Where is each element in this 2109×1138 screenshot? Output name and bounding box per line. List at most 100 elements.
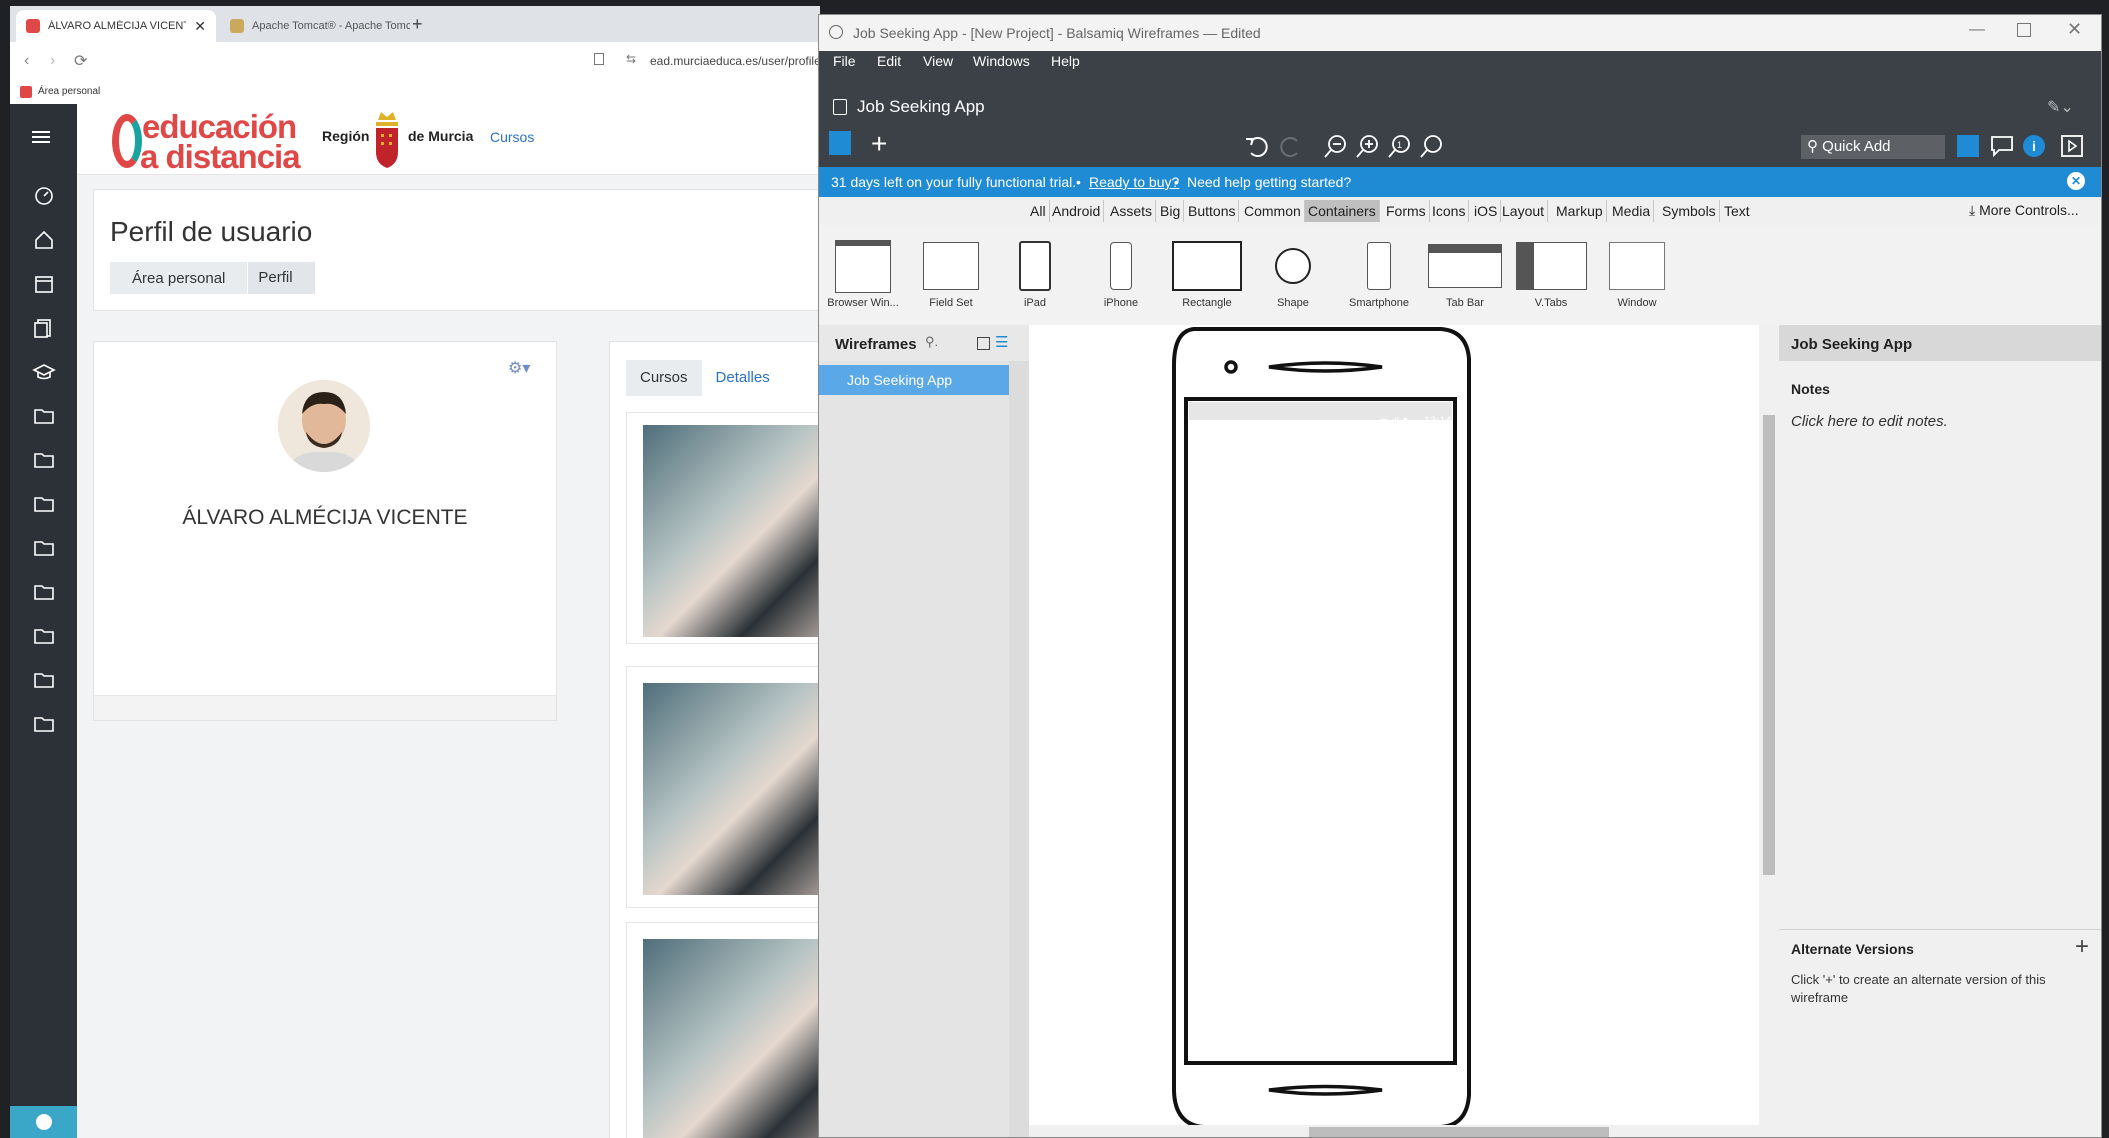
navigator-scrollbar[interactable] — [1009, 361, 1029, 1137]
lib-vertical-tabs[interactable]: V.Tabs — [1507, 235, 1595, 309]
folder-icon[interactable] — [32, 492, 56, 516]
dashboard-icon[interactable] — [32, 184, 56, 208]
accessibility-button[interactable] — [10, 1106, 77, 1138]
smartphone-wireframe[interactable] — [1029, 325, 1759, 1138]
category-assets[interactable]: Assets — [1107, 200, 1157, 222]
close-window-icon[interactable]: ✕ — [2067, 19, 2082, 40]
educacion-distancia-logo[interactable]: educación a distancia — [112, 108, 322, 175]
lib-window[interactable]: Window — [1593, 235, 1681, 309]
menu-edit[interactable]: Edit — [877, 53, 901, 69]
nav-link-cursos[interactable]: Cursos — [490, 129, 534, 145]
tab-cursos[interactable]: Cursos — [626, 360, 702, 396]
url-field[interactable]: ead.murciaeduca.es/user/profile. — [650, 54, 820, 68]
zoom-in-icon[interactable] — [1353, 131, 1383, 161]
breadcrumb-perfil[interactable]: Perfil — [247, 262, 315, 294]
lib-browser-window[interactable]: Browser Win... — [819, 235, 907, 309]
folder-icon[interactable] — [32, 712, 56, 736]
notes-field[interactable]: Click here to edit notes. — [1791, 413, 1948, 430]
folder-icon[interactable] — [32, 668, 56, 692]
canvas-vertical-scrollbar[interactable] — [1759, 325, 1779, 1137]
category-containers[interactable]: Containers — [1305, 200, 1380, 222]
close-banner-icon[interactable]: ✕ — [2067, 172, 2085, 190]
home-icon[interactable] — [32, 228, 56, 252]
quick-add-input[interactable]: ⚲ Quick Add — [1801, 135, 1945, 159]
folder-icon[interactable] — [32, 580, 56, 604]
lib-iphone[interactable]: iPhone — [1077, 235, 1165, 309]
bookmark-icon[interactable] — [594, 53, 604, 65]
browser-tab-profile[interactable]: ÁLVARO ALMÉCIJA VICENTE: Pe ✕ — [16, 10, 216, 42]
category-symbols[interactable]: Symbols — [1659, 200, 1720, 222]
canvas-horizontal-scrollbar[interactable] — [1029, 1125, 1759, 1137]
category-text[interactable]: Text — [1721, 200, 1753, 222]
maximize-icon[interactable] — [2017, 23, 2031, 37]
course-card[interactable] — [626, 666, 820, 908]
graduation-cap-icon[interactable] — [32, 360, 56, 384]
help-getting-started-link[interactable]: Need help getting started? — [1187, 174, 1351, 190]
course-card[interactable] — [626, 412, 820, 644]
folder-icon[interactable] — [32, 624, 56, 648]
lib-rectangle[interactable]: Rectangle — [1163, 235, 1251, 309]
calendar-icon[interactable] — [32, 272, 56, 296]
category-common[interactable]: Common — [1241, 200, 1305, 222]
reload-icon[interactable]: ⟳ — [74, 51, 87, 71]
list-view-icon[interactable]: ☰ — [995, 333, 1008, 351]
lib-smartphone[interactable]: Smartphone — [1335, 235, 1423, 309]
tab-detalles[interactable]: Detalles — [702, 360, 784, 396]
comments-icon[interactable] — [1989, 133, 2019, 163]
undo-icon[interactable] — [1243, 131, 1273, 161]
zoom-fit-icon[interactable] — [1417, 131, 1447, 161]
wireframe-canvas[interactable]: ≋ ıll ▮ 13:14 — [1029, 325, 1779, 1138]
forward-icon[interactable]: › — [50, 52, 55, 70]
category-ios[interactable]: iOS — [1471, 200, 1502, 222]
more-controls-button[interactable]: ⤓ More Controls... — [1969, 202, 2079, 219]
zoom-out-icon[interactable] — [1321, 131, 1351, 161]
browser-window: ÁLVARO ALMÉCIJA VICENTE: Pe ✕ Apache Tom… — [10, 6, 820, 1138]
new-tab-icon[interactable]: + — [412, 14, 423, 35]
category-icons[interactable]: Icons — [1429, 200, 1470, 222]
category-big[interactable]: Big — [1157, 200, 1185, 222]
menu-file[interactable]: File — [833, 53, 856, 69]
ui-library-icon[interactable] — [1957, 135, 1979, 157]
menu-view[interactable]: View — [923, 53, 953, 69]
back-icon[interactable]: ‹ — [24, 52, 29, 70]
actual-size-icon[interactable]: 1 — [1385, 131, 1415, 161]
add-alternate-version-icon[interactable]: + — [2075, 933, 2089, 961]
bookmark-area-personal[interactable]: Área personal — [38, 86, 100, 97]
folder-icon[interactable] — [32, 404, 56, 428]
thumbnail-view-icon[interactable] — [977, 337, 990, 350]
edit-pencil-icon[interactable]: ✎⌄ — [2047, 97, 2074, 117]
menu-windows[interactable]: Windows — [973, 53, 1030, 69]
breadcrumb-area-personal[interactable]: Área personal — [110, 270, 247, 287]
add-icon[interactable]: + — [871, 130, 901, 161]
minimize-icon[interactable]: — — [1969, 21, 1985, 39]
lib-shape[interactable]: Shape — [1249, 235, 1337, 309]
close-tab-icon[interactable]: ✕ — [194, 18, 206, 35]
ready-to-buy-link[interactable]: Ready to buy? — [1089, 174, 1179, 190]
category-forms[interactable]: Forms — [1383, 200, 1430, 222]
category-markup[interactable]: Markup — [1553, 200, 1607, 222]
presentation-mode-icon[interactable] — [2059, 133, 2089, 163]
wireframe-view-icon[interactable] — [829, 131, 851, 155]
course-card[interactable] — [626, 922, 820, 1138]
folder-icon[interactable] — [32, 448, 56, 472]
settings-gear-icon[interactable]: ⚙▾ — [508, 358, 530, 378]
nav-item-job-seeking-app[interactable]: Job Seeking App — [819, 365, 1009, 395]
info-icon[interactable]: i — [2023, 135, 2045, 157]
category-all[interactable]: All — [1027, 200, 1050, 222]
lib-field-set[interactable]: Field Set — [907, 235, 995, 309]
files-icon[interactable] — [32, 316, 56, 340]
category-layout[interactable]: Layout — [1499, 200, 1549, 222]
menu-help[interactable]: Help — [1051, 53, 1080, 69]
courses-card: Cursos Detalles — [609, 341, 820, 1138]
category-android[interactable]: Android — [1049, 200, 1105, 222]
site-settings-icon[interactable]: ⇆ — [626, 52, 636, 66]
lib-ipad[interactable]: iPad — [991, 235, 1079, 309]
folder-icon[interactable] — [32, 536, 56, 560]
hamburger-menu-icon[interactable] — [32, 128, 50, 146]
category-media[interactable]: Media — [1609, 200, 1655, 222]
category-buttons[interactable]: Buttons — [1185, 200, 1240, 222]
filter-icon[interactable]: ⚲. — [925, 334, 938, 350]
redo-icon[interactable] — [1275, 131, 1305, 161]
lib-tab-bar[interactable]: Tab Bar — [1421, 235, 1509, 309]
browser-tab-tomcat[interactable]: Apache Tomcat® - Apache Tomcat — [220, 10, 420, 42]
